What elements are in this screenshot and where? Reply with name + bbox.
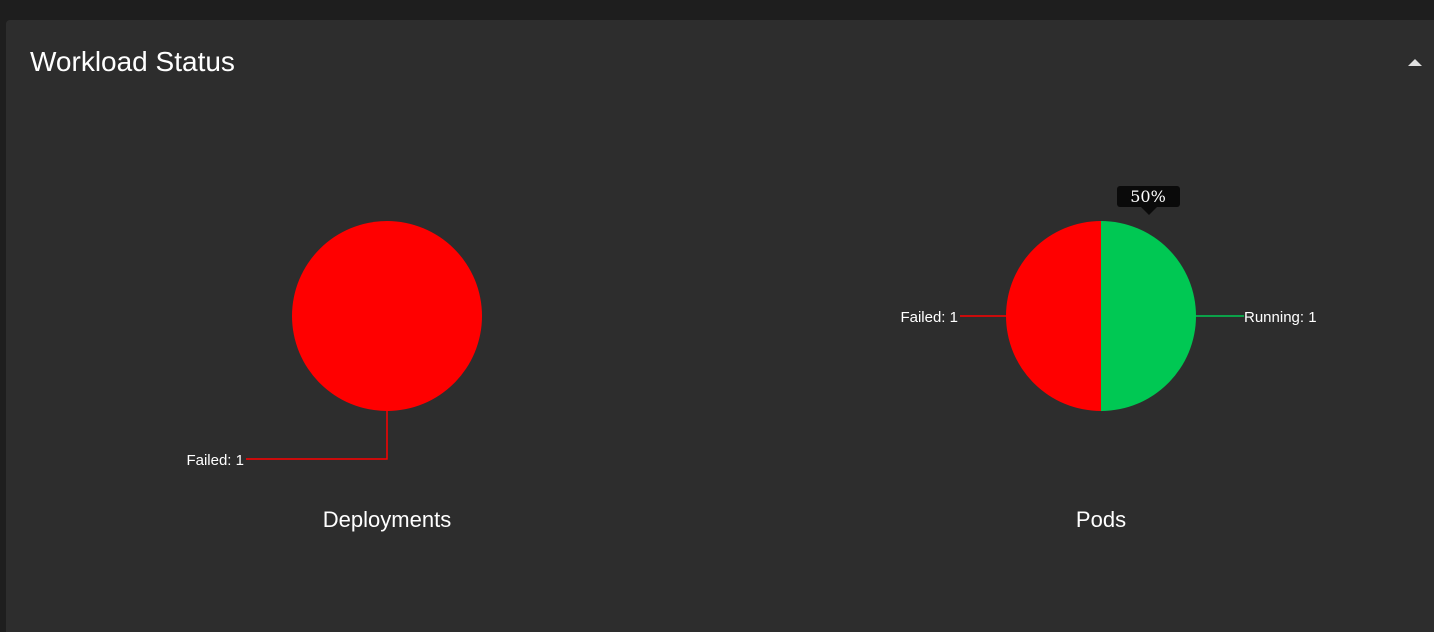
pods-label-failed: Failed: 1 bbox=[900, 309, 958, 326]
deployments-slice-failed[interactable] bbox=[292, 221, 482, 411]
pods-slice-running[interactable] bbox=[1101, 221, 1196, 411]
pods-label-running: Running: 1 bbox=[1244, 309, 1317, 326]
pods-tooltip: 50% bbox=[1117, 186, 1180, 215]
charts-canvas: Failed: 1 Deployments Failed: 1 Running:… bbox=[186, 186, 1317, 532]
deployments-chart-title: Deployments bbox=[323, 507, 451, 532]
pods-slice-failed[interactable] bbox=[1006, 221, 1101, 411]
pods-chart-title: Pods bbox=[1076, 507, 1126, 532]
deployments-leader-failed bbox=[246, 411, 388, 460]
deployments-chart: Failed: 1 Deployments bbox=[186, 221, 482, 532]
tooltip-text: 50% bbox=[1130, 187, 1166, 206]
pods-chart: Failed: 1 Running: 1 Pods 50% bbox=[900, 186, 1317, 532]
deployments-label-failed: Failed: 1 bbox=[186, 452, 244, 469]
tooltip-arrow bbox=[1141, 207, 1157, 215]
